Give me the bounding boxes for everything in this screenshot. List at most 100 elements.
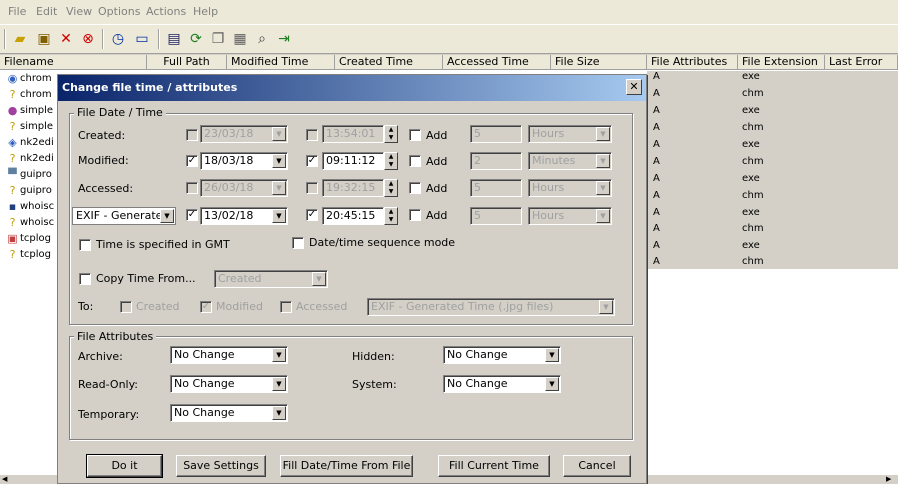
list-item[interactable]: ? chrom	[6, 87, 52, 103]
exif-unit-select[interactable]: Hours ▼	[528, 207, 612, 225]
fill-from-file-button[interactable]: Fill Date/Time From File	[280, 455, 413, 477]
list-item[interactable]: ● simple	[6, 103, 53, 119]
window-icon[interactable]: ▭	[132, 29, 152, 49]
chevron-down-icon[interactable]: ▼	[272, 181, 286, 195]
find-icon[interactable]: ⌕	[252, 29, 272, 49]
scroll-left-icon[interactable]: ◀	[2, 475, 11, 484]
exif-time-field[interactable]: 20:45:15	[322, 207, 384, 225]
chevron-down-icon[interactable]: ▼	[596, 154, 610, 168]
accessed-add-checkbox[interactable]	[409, 182, 421, 194]
menu-view[interactable]: View	[66, 5, 92, 18]
list-item[interactable]: ▣ tcplog	[6, 231, 51, 247]
list-item[interactable]: ◈ nk2edi	[6, 135, 54, 151]
temporary-select[interactable]: No Change ▼	[170, 404, 288, 422]
list-item[interactable]: ▪ whoisc	[6, 199, 54, 215]
column-modified-time[interactable]: Modified Time	[227, 55, 335, 70]
exif-add-value[interactable]: 5	[470, 207, 522, 225]
modified-time-spinner[interactable]: ▲ ▼	[384, 152, 398, 170]
chevron-down-icon[interactable]: ▼	[596, 181, 610, 195]
modified-time-checkbox[interactable]: ✓	[306, 155, 318, 167]
modified-unit-select[interactable]: Minutes ▼	[528, 152, 612, 170]
sequence-mode-checkbox[interactable]	[292, 237, 304, 249]
accessed-time-field[interactable]: 19:32:15	[322, 179, 384, 197]
copy-icon[interactable]: ❐	[208, 29, 228, 49]
stop-icon[interactable]: ⊗	[78, 29, 98, 49]
exif-add-checkbox[interactable]	[409, 209, 421, 221]
properties-page-icon[interactable]: ▦	[230, 29, 250, 49]
accessed-date-checkbox[interactable]	[186, 182, 198, 194]
modified-add-checkbox[interactable]	[409, 155, 421, 167]
copy-time-source-select[interactable]: Created ▼	[214, 270, 328, 288]
accessed-time-spinner[interactable]: ▲ ▼	[384, 179, 398, 197]
column-filename[interactable]: Filename	[0, 55, 147, 70]
created-date-picker[interactable]: 23/03/18 ▼	[200, 125, 288, 143]
list-item[interactable]: ? whoisc	[6, 215, 55, 231]
open-folder-icon[interactable]: ▰	[10, 29, 30, 49]
created-add-checkbox[interactable]	[409, 129, 421, 141]
fill-current-time-button[interactable]: Fill Current Time	[438, 455, 550, 477]
created-unit-select[interactable]: Hours ▼	[528, 125, 612, 143]
modified-time-field[interactable]: 09:11:12	[322, 152, 384, 170]
accessed-add-value[interactable]: 5	[470, 179, 522, 197]
save-settings-button[interactable]: Save Settings	[176, 455, 266, 477]
copy-time-checkbox[interactable]	[79, 273, 91, 285]
clock-icon[interactable]: ◷	[108, 29, 128, 49]
list-item[interactable]: ? guipro	[6, 183, 52, 199]
accessed-date-picker[interactable]: 26/03/18 ▼	[200, 179, 288, 197]
list-item[interactable]: ◉ chrom	[6, 71, 52, 87]
column-created-time[interactable]: Created Time	[335, 55, 443, 70]
column-file-extension[interactable]: File Extension	[738, 55, 825, 70]
chevron-down-icon[interactable]: ▼	[545, 348, 559, 362]
chevron-down-icon[interactable]: ▼	[272, 127, 286, 141]
refresh-icon[interactable]: ⟳	[186, 29, 206, 49]
archive-select[interactable]: No Change ▼	[170, 346, 288, 364]
menu-options[interactable]: Options	[98, 5, 140, 18]
gmt-checkbox[interactable]	[79, 239, 91, 251]
column-last-error[interactable]: Last Error	[825, 55, 898, 70]
created-time-field[interactable]: 13:54:01	[322, 125, 384, 143]
chevron-down-icon[interactable]: ▼	[272, 406, 286, 420]
created-time-spinner[interactable]: ▲ ▼	[384, 125, 398, 143]
list-item[interactable]: ▀ guipro	[6, 167, 52, 183]
accessed-time-checkbox[interactable]	[306, 182, 318, 194]
created-date-checkbox[interactable]	[186, 129, 198, 141]
chevron-down-icon[interactable]: ▼	[272, 209, 286, 223]
system-select[interactable]: No Change ▼	[443, 375, 561, 393]
chevron-down-icon[interactable]: ▼	[596, 209, 610, 223]
modified-add-value[interactable]: 2	[470, 152, 522, 170]
chevron-down-icon[interactable]: ▼	[160, 209, 174, 223]
chevron-down-icon[interactable]: ▼	[272, 377, 286, 391]
save-icon[interactable]: ▤	[164, 29, 184, 49]
to-modified-checkbox[interactable]: ✓	[200, 301, 212, 313]
to-created-checkbox[interactable]	[120, 301, 132, 313]
modified-date-picker[interactable]: 18/03/18 ▼	[200, 152, 288, 170]
column-accessed-time[interactable]: Accessed Time	[443, 55, 551, 70]
accessed-unit-select[interactable]: Hours ▼	[528, 179, 612, 197]
exif-time-checkbox[interactable]: ✓	[306, 209, 318, 221]
scroll-right-icon[interactable]: ▶	[886, 475, 895, 484]
column-file-size[interactable]: File Size	[551, 55, 647, 70]
properties-icon[interactable]: ▣	[34, 29, 54, 49]
exif-date-picker[interactable]: 13/02/18 ▼	[200, 207, 288, 225]
menu-help[interactable]: Help	[193, 5, 218, 18]
menu-file[interactable]: File	[8, 5, 26, 18]
column-file-attributes[interactable]: File Attributes	[647, 55, 738, 70]
created-add-value[interactable]: 5	[470, 125, 522, 143]
time-type-select[interactable]: EXIF - Generated ▼	[72, 207, 176, 225]
chevron-down-icon[interactable]: ▼	[312, 272, 326, 286]
close-button[interactable]: ✕	[626, 79, 642, 95]
list-item[interactable]: ? simple	[6, 119, 53, 135]
cancel-button[interactable]: Cancel	[563, 455, 631, 477]
dialog-titlebar[interactable]: Change file time / attributes ✕	[58, 75, 646, 101]
list-item[interactable]: ? tcplog	[6, 247, 51, 263]
exif-date-checkbox[interactable]: ✓	[186, 209, 198, 221]
chevron-down-icon[interactable]: ▼	[272, 154, 286, 168]
menu-actions[interactable]: Actions	[146, 5, 186, 18]
column-full-path[interactable]: Full Path	[147, 55, 227, 70]
modified-date-checkbox[interactable]: ✓	[186, 155, 198, 167]
created-time-checkbox[interactable]	[306, 129, 318, 141]
to-accessed-checkbox[interactable]	[280, 301, 292, 313]
exit-icon[interactable]: ⇥	[274, 29, 294, 49]
chevron-down-icon[interactable]: ▼	[545, 377, 559, 391]
chevron-down-icon[interactable]: ▼	[272, 348, 286, 362]
